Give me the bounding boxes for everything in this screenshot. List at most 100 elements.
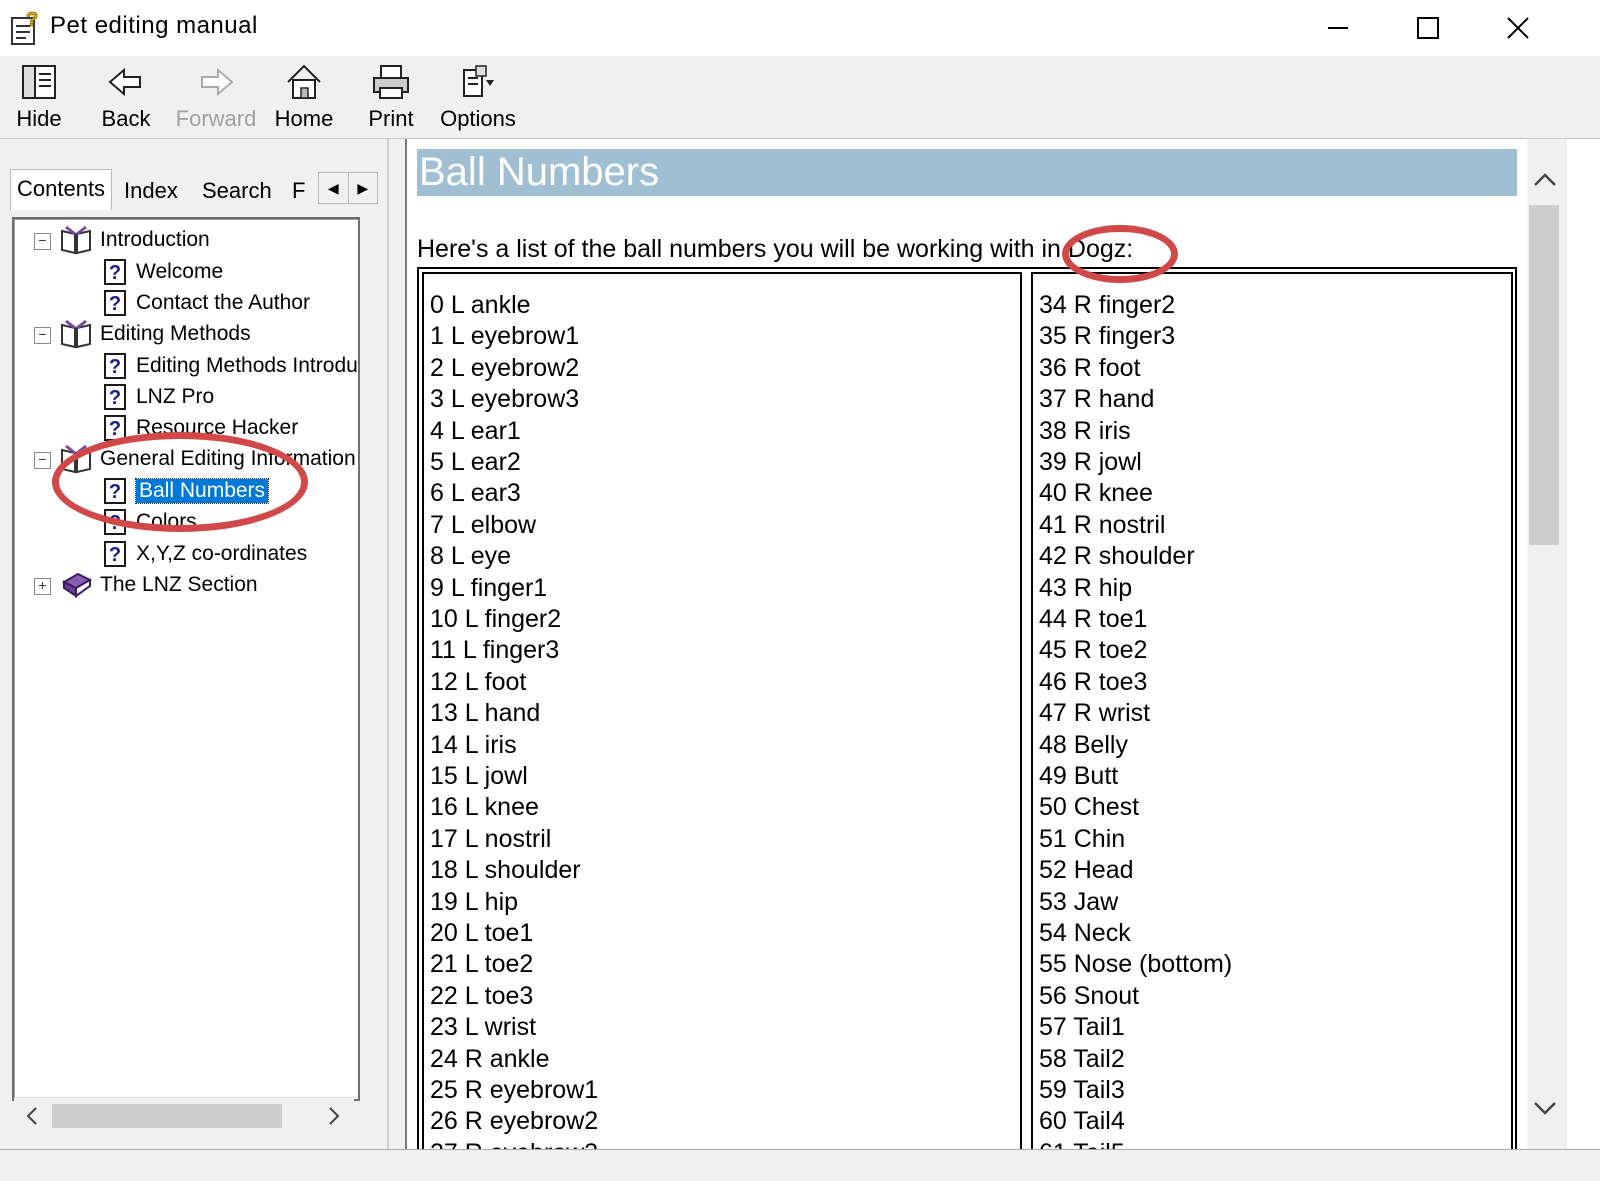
ball-number-entry: 13 L hand <box>430 699 541 728</box>
tab-search[interactable]: Search <box>196 175 278 207</box>
options-button[interactable]: Options <box>440 60 516 134</box>
ball-number-entry: 24 R ankle <box>430 1044 550 1073</box>
ball-number-entry: 22 L toe3 <box>430 981 534 1010</box>
print-button[interactable]: Print <box>366 60 416 134</box>
tree-item-editing-methods-intro[interactable]: ? Editing Methods Introdu <box>104 351 358 381</box>
open-book-icon <box>61 444 91 474</box>
nav-tabs: Contents Index Search F ◀ ▶ <box>8 169 378 210</box>
ball-number-entry: 51 Chin <box>1039 824 1126 853</box>
ball-number-entry: 14 L iris <box>430 730 517 759</box>
tree-label: Resource Hacker <box>136 416 299 439</box>
home-label: Home <box>274 106 334 131</box>
tree-label: Editing Methods <box>100 322 251 345</box>
page-title: Ball Numbers <box>417 149 1517 196</box>
tree-item-resource-hacker[interactable]: ? Resource Hacker <box>104 413 298 443</box>
collapse-editing-methods[interactable]: − <box>34 327 51 344</box>
pane-splitter[interactable] <box>387 139 407 1180</box>
help-book-icon: ? <box>11 9 39 45</box>
collapse-general-editing[interactable]: − <box>34 452 51 469</box>
ball-number-entry: 48 Belly <box>1039 730 1128 759</box>
scroll-up-icon[interactable] <box>1531 169 1559 189</box>
options-label: Options <box>440 106 516 131</box>
tree-item-xyz-coordinates[interactable]: ? X,Y,Z co-ordinates <box>104 539 307 569</box>
ball-number-entry: 16 L knee <box>430 793 539 822</box>
tree-label: General Editing Information <box>100 447 356 470</box>
options-icon <box>463 65 494 97</box>
close-button[interactable] <box>1472 0 1564 56</box>
scroll-right-icon[interactable] <box>326 1106 342 1126</box>
ball-number-entry: 35 R finger3 <box>1039 322 1176 351</box>
forward-label: Forward <box>175 106 257 131</box>
ball-number-entry: 27 R eyebrow3 <box>430 1138 598 1149</box>
help-page-icon: ? <box>104 478 126 504</box>
ball-number-entry: 23 L wrist <box>430 1013 537 1042</box>
ball-number-entry: 60 Tail4 <box>1039 1107 1125 1136</box>
ball-number-entry: 40 R knee <box>1039 479 1153 508</box>
ball-number-entry: 15 L jowl <box>430 762 528 790</box>
ball-number-entry: 36 R foot <box>1039 353 1141 382</box>
tree-horizontal-scrollbar[interactable] <box>14 1097 354 1134</box>
back-button[interactable]: Back <box>98 60 154 134</box>
tab-contents[interactable]: Contents <box>10 169 113 210</box>
tab-index[interactable]: Index <box>118 175 184 207</box>
tab-scroll-right-icon[interactable]: ▶ <box>347 173 378 203</box>
scroll-down-icon[interactable] <box>1531 1099 1559 1119</box>
tab-scroll-left-icon[interactable]: ◀ <box>319 173 348 203</box>
maximize-icon <box>1417 17 1439 39</box>
window-title: Pet editing manual <box>50 12 258 39</box>
tree-item-welcome[interactable]: ? Welcome <box>104 257 223 287</box>
forward-arrow-icon <box>201 67 234 97</box>
tree-label: Introduction <box>100 228 210 251</box>
help-page-icon: ? <box>104 509 126 535</box>
ball-number-entry: 19 L hip <box>430 887 519 916</box>
right-column: 34 R finger2 35 R finger3 36 R foot 37 R ha… <box>1031 272 1513 1149</box>
ball-number-entry: 11 L finger3 <box>430 636 560 665</box>
ball-number-entry: 21 L toe2 <box>430 950 534 979</box>
tree-item-contact-author[interactable]: ? Contact the Author <box>104 288 310 318</box>
maximize-button[interactable] <box>1382 0 1474 56</box>
tab-scroll-arrows: ◀ ▶ <box>318 172 378 204</box>
scroll-thumb[interactable] <box>52 1104 282 1128</box>
ball-number-entry: 6 L ear3 <box>430 479 521 508</box>
home-button[interactable]: Home <box>272 60 336 134</box>
ball-number-entry: 38 R iris <box>1039 416 1131 445</box>
ball-number-entry: 52 Head <box>1039 856 1134 885</box>
ball-numbers-table: 0 L ankle 1 L eyebrow1 2 L eyebrow2 3 L eye… <box>417 267 1517 1149</box>
expand-lnz-section[interactable]: + <box>34 578 51 595</box>
tree-item-colors[interactable]: ? Colors <box>104 507 197 537</box>
ball-number-entry: 25 R eyebrow1 <box>430 1076 599 1104</box>
ball-number-entry: 34 R finger2 <box>1039 291 1176 319</box>
tree-label: X,Y,Z co-ordinates <box>136 542 308 565</box>
help-page-icon: ? <box>104 541 126 567</box>
content-vertical-scrollbar[interactable] <box>1527 139 1567 1149</box>
navigation-pane: Contents Index Search F ◀ ▶ − Introducti… <box>0 139 387 1180</box>
home-icon <box>287 64 321 99</box>
title-bar: ? Pet editing manual <box>0 0 1600 56</box>
minimize-button[interactable] <box>1292 0 1384 56</box>
hide-button[interactable]: Hide <box>12 60 66 134</box>
collapse-introduction[interactable]: − <box>34 233 51 250</box>
ball-number-entry: 9 L finger1 <box>430 573 548 602</box>
tree-item-general-editing[interactable]: General Editing Information <box>60 444 356 474</box>
tree-item-introduction[interactable]: Introduction <box>60 225 210 255</box>
ball-number-entry: 46 R toe3 <box>1039 667 1148 696</box>
ball-number-entry: 12 L foot <box>430 667 527 696</box>
tree-item-ball-numbers[interactable]: ? Ball Numbers <box>104 476 270 506</box>
ball-number-entry: 0 L ankle <box>430 291 531 319</box>
forward-button[interactable]: Forward <box>176 60 256 134</box>
ball-number-entry: 2 L eyebrow2 <box>430 353 580 382</box>
tree-item-editing-methods[interactable]: Editing Methods <box>60 319 251 349</box>
tab-favorites[interactable]: F <box>286 175 311 207</box>
left-column: 0 L ankle 1 L eyebrow1 2 L eyebrow2 3 L eye… <box>422 272 1022 1149</box>
ball-number-entry: 37 R hand <box>1039 385 1155 414</box>
tree-item-lnz-section[interactable]: The LNZ Section <box>60 570 258 600</box>
scroll-left-icon[interactable] <box>24 1106 40 1126</box>
help-page-icon: ? <box>104 290 126 316</box>
scroll-thumb[interactable] <box>1529 205 1559 545</box>
hide-icon <box>22 65 56 99</box>
ball-number-entry: 17 L nostril <box>430 824 552 853</box>
toolbar: Hide Back Forward Home Print Options <box>0 56 1600 139</box>
window-bottom-edge <box>0 1149 1600 1181</box>
tree-item-lnz-pro[interactable]: ? LNZ Pro <box>104 382 214 412</box>
hide-label: Hide <box>16 106 62 131</box>
